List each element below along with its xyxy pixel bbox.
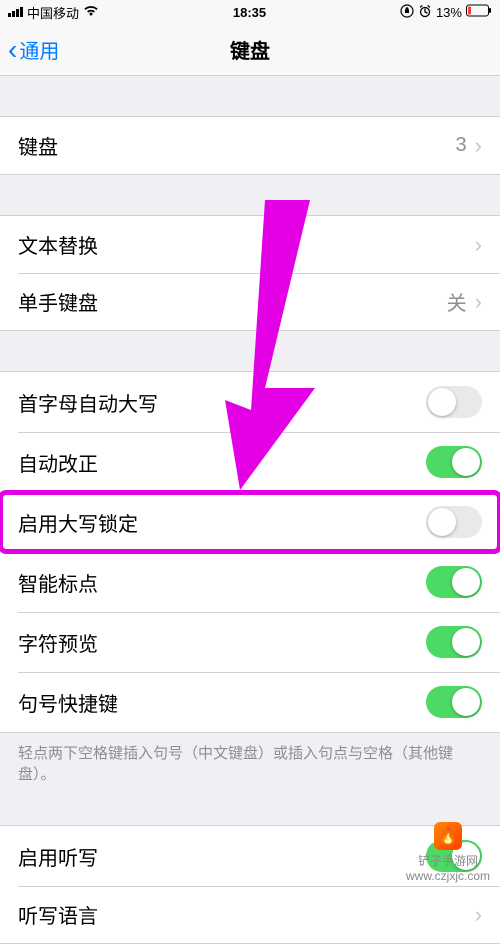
row-keyboards[interactable]: 键盘 3 ›: [0, 117, 500, 174]
row-text-replacement[interactable]: 文本替换 ›: [0, 216, 500, 273]
chevron-right-icon: ›: [475, 133, 482, 159]
row-caps-lock: 启用大写锁定: [0, 492, 500, 552]
row-smart-punctuation: 智能标点: [0, 552, 500, 612]
row-value: 3: [456, 134, 467, 157]
row-label: 句号快捷键: [18, 688, 118, 717]
status-right: 13%: [400, 4, 492, 21]
battery-percent: 13%: [436, 5, 462, 20]
row-period-shortcut: 句号快捷键: [0, 672, 500, 732]
toggle-auto-correct[interactable]: [426, 446, 482, 478]
row-auto-capitalize: 首字母自动大写: [0, 372, 500, 432]
row-dictation-language[interactable]: 听写语言 ›: [0, 886, 500, 943]
back-button[interactable]: ‹ 通用: [0, 35, 59, 64]
nav-bar: ‹ 通用 键盘: [0, 24, 500, 76]
watermark: 🔥 铲子手游网 www.czjxjc.com: [406, 822, 490, 883]
watermark-text2: www.czjxjc.com: [406, 869, 490, 883]
status-bar: 中国移动 18:35 13%: [0, 0, 500, 24]
row-label: 键盘: [18, 131, 58, 160]
watermark-text1: 铲子手游网: [418, 852, 478, 869]
row-label: 智能标点: [18, 568, 98, 597]
signal-icon: [8, 7, 23, 17]
chevron-right-icon: ›: [475, 902, 482, 928]
wifi-icon: [83, 5, 99, 20]
group-typing: 首字母自动大写 自动改正 启用大写锁定 智能标点 字符预览 句号快捷键: [0, 371, 500, 733]
chevron-left-icon: ‹: [8, 36, 17, 64]
carrier-label: 中国移动: [27, 3, 79, 22]
row-auto-correct: 自动改正: [0, 432, 500, 492]
row-value: 关: [447, 287, 467, 316]
chevron-right-icon: ›: [475, 289, 482, 315]
status-left: 中国移动: [8, 3, 99, 22]
row-label: 首字母自动大写: [18, 388, 158, 417]
row-one-handed[interactable]: 单手键盘 关 ›: [0, 273, 500, 330]
toggle-caps-lock[interactable]: [426, 506, 482, 538]
toggle-auto-capitalize[interactable]: [426, 386, 482, 418]
chevron-right-icon: ›: [475, 232, 482, 258]
back-label: 通用: [19, 35, 59, 64]
row-label: 字符预览: [18, 628, 98, 657]
group-keyboards: 键盘 3 ›: [0, 116, 500, 175]
toggle-smart-punctuation[interactable]: [426, 566, 482, 598]
row-character-preview: 字符预览: [0, 612, 500, 672]
battery-icon: [466, 4, 492, 20]
page-title: 键盘: [230, 35, 270, 64]
toggle-period-shortcut[interactable]: [426, 686, 482, 718]
row-label: 自动改正: [18, 448, 98, 477]
footnote-period: 轻点两下空格键插入句号（中文键盘）或插入句点与空格（其他键盘）。: [0, 733, 500, 785]
row-label: 文本替换: [18, 230, 98, 259]
alarm-icon: [418, 4, 432, 21]
status-time: 18:35: [233, 5, 266, 20]
toggle-character-preview[interactable]: [426, 626, 482, 658]
group-text: 文本替换 › 单手键盘 关 ›: [0, 215, 500, 331]
row-label: 听写语言: [18, 900, 98, 929]
watermark-logo-icon: 🔥: [434, 822, 462, 850]
orientation-lock-icon: [400, 4, 414, 21]
row-label: 启用大写锁定: [18, 508, 138, 537]
row-label: 单手键盘: [18, 287, 98, 316]
row-label: 启用听写: [18, 842, 98, 871]
